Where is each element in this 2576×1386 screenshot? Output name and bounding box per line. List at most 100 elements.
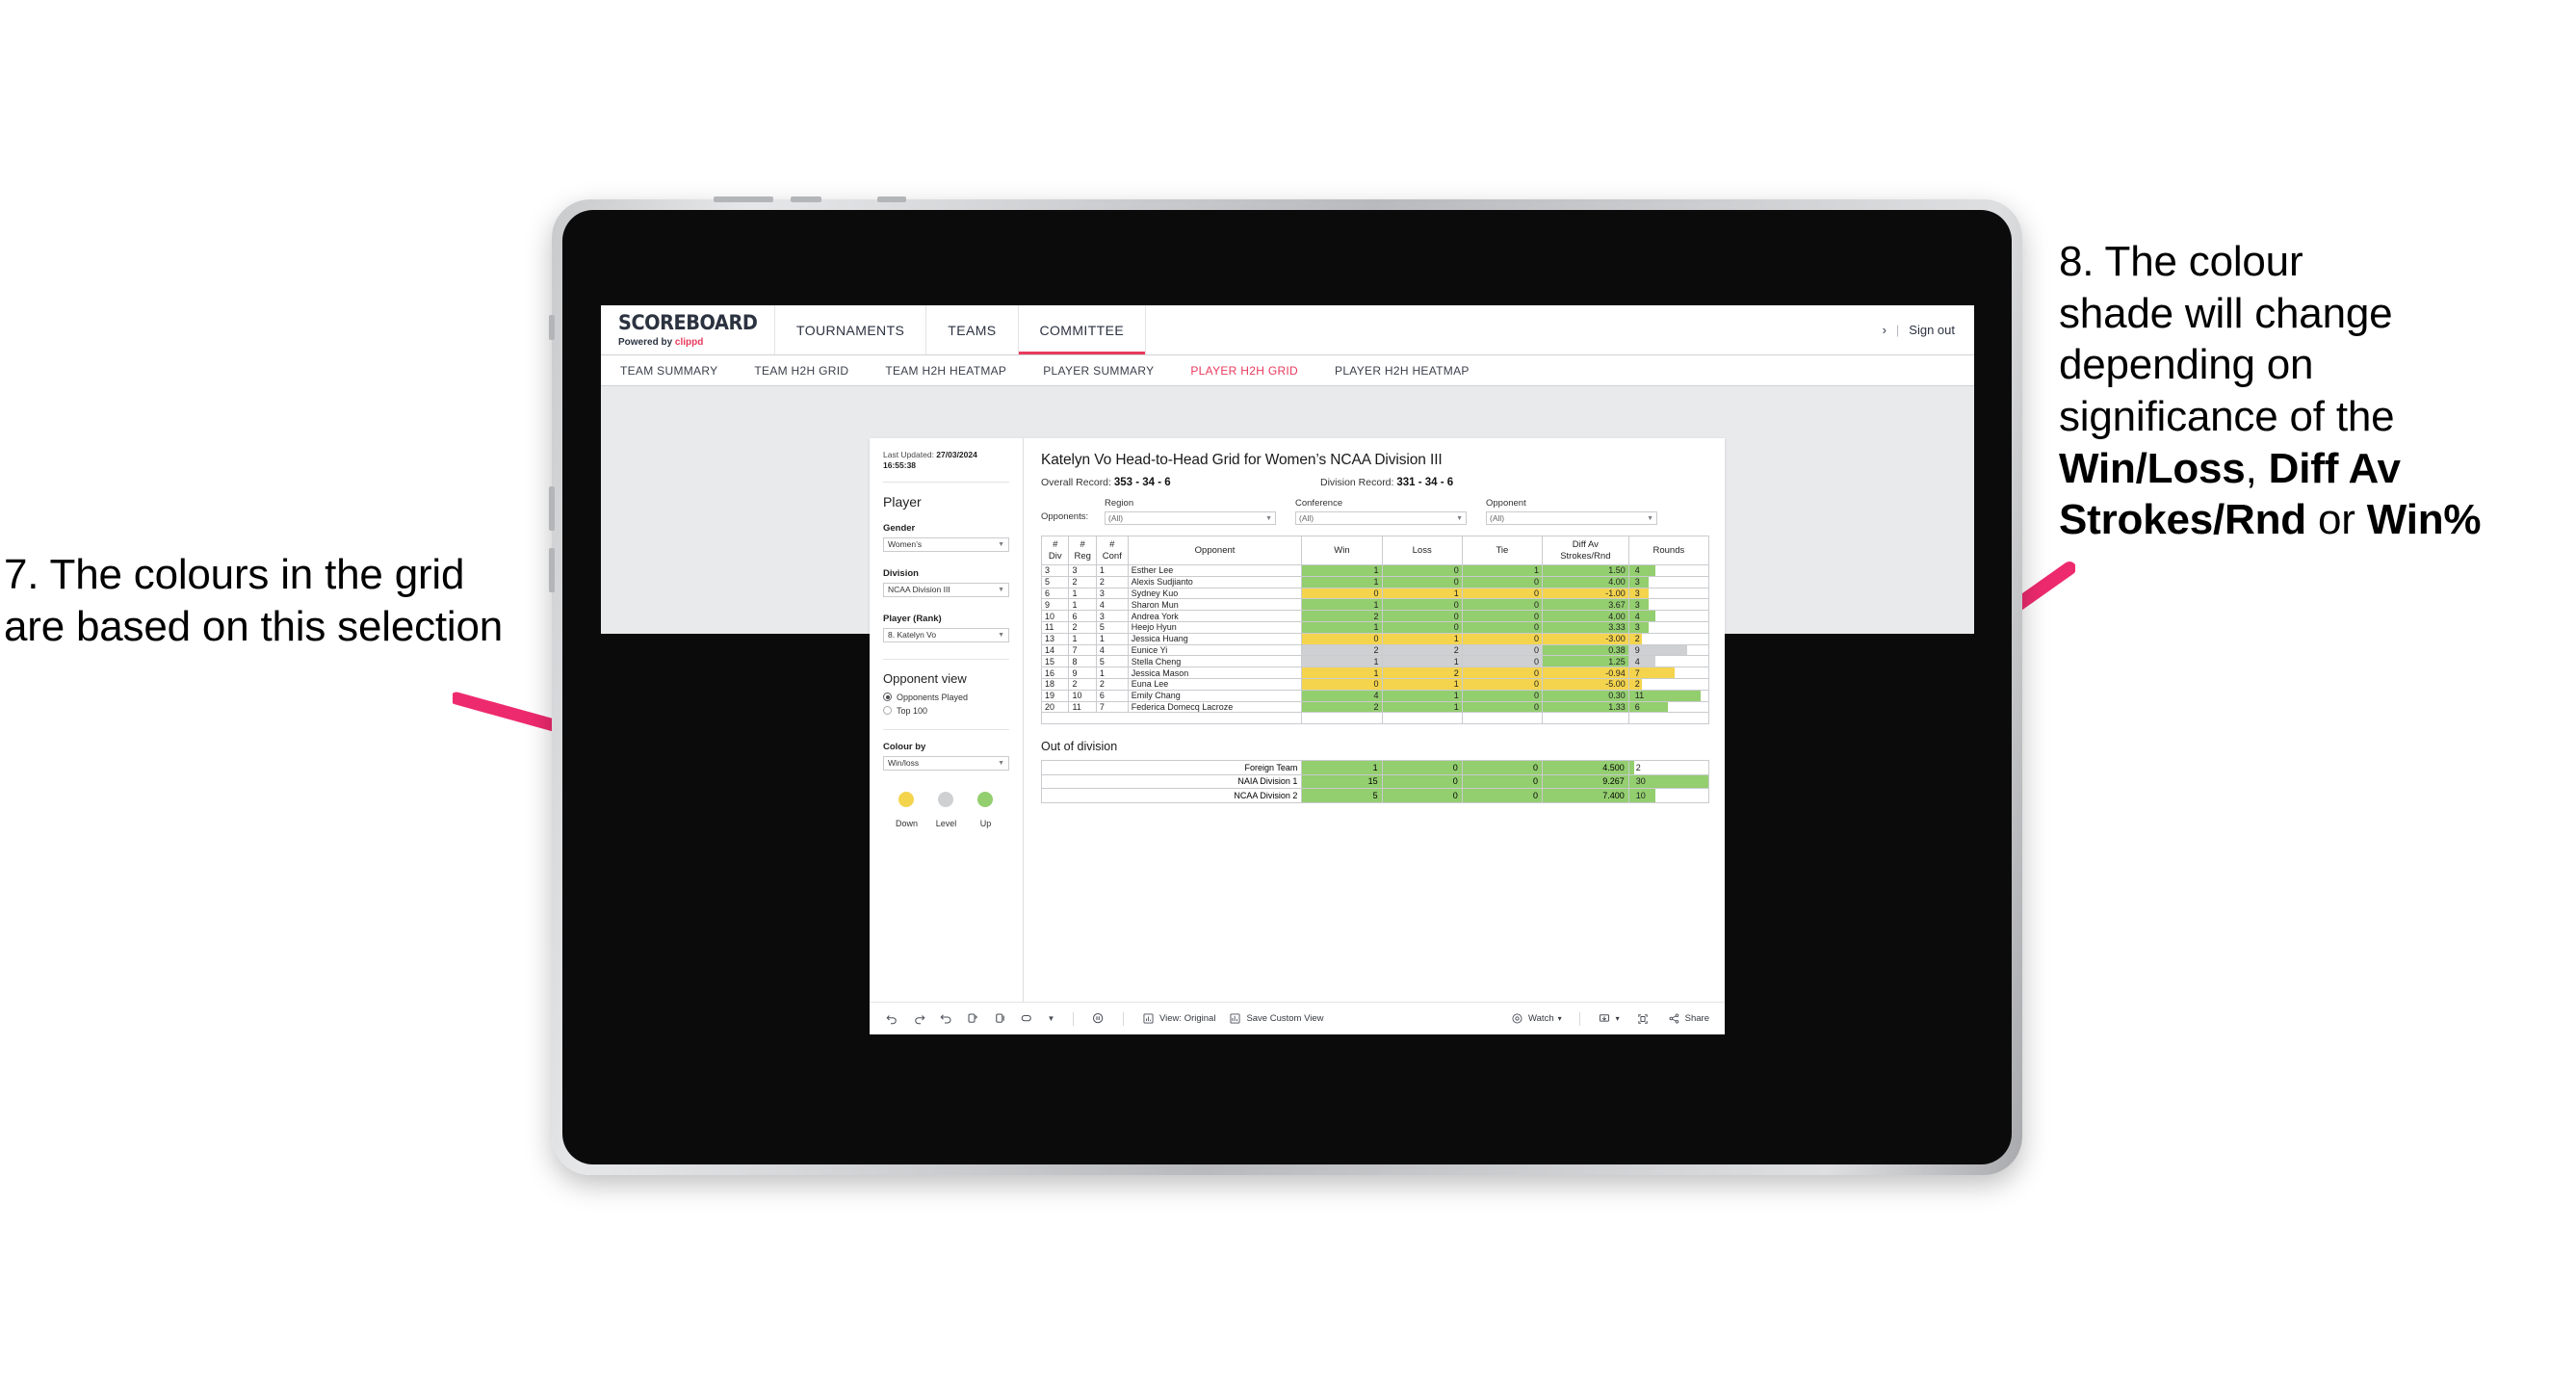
subnav-item-player-h2h-heatmap[interactable]: PLAYER H2H HEATMAP xyxy=(1335,364,1470,378)
cell-blank xyxy=(1541,712,1629,725)
view-original-button[interactable]: View: Original xyxy=(1141,1011,1215,1026)
filter-sidebar: Last Updated: 27/03/2024 16:55:38 Player… xyxy=(870,438,1024,1002)
undo-icon[interactable] xyxy=(885,1011,899,1026)
radio-opponents-played[interactable]: Opponents Played xyxy=(883,693,1009,702)
cell-diff-av-strokes: 1.25 xyxy=(1541,655,1629,668)
topnav-label-committee: COMMITTEE xyxy=(1039,322,1125,338)
redo-icon[interactable] xyxy=(912,1011,926,1026)
gender-select[interactable]: Women’s ▼ xyxy=(883,536,1009,552)
cell-opponent: Jessica Mason xyxy=(1127,667,1303,679)
filter-region-select[interactable]: (All) ▼ xyxy=(1105,511,1276,525)
grid-col-header-line: Reg xyxy=(1074,550,1091,562)
grid-col-header-line: Opponent xyxy=(1194,544,1236,556)
download-button[interactable]: ▾ xyxy=(1598,1011,1620,1026)
watch-icon xyxy=(1510,1011,1524,1026)
subnav-item-player-summary[interactable]: PLAYER SUMMARY xyxy=(1043,364,1154,378)
revert-icon[interactable] xyxy=(939,1011,953,1026)
subnav-item-team-summary[interactable]: TEAM SUMMARY xyxy=(620,364,717,378)
pause-icon[interactable] xyxy=(993,1011,1007,1026)
table-row[interactable]: 15 8 5 Stella Cheng 1 1 0 1.25 4 xyxy=(1040,655,1710,668)
table-row[interactable]: 3 3 1 Esther Lee 1 0 1 1.50 4 xyxy=(1040,564,1710,577)
table-row[interactable]: NAIA Division 1 15 0 0 9.267 30 xyxy=(1040,773,1710,790)
division-record: Division Record: 331 - 34 - 6 xyxy=(1320,477,1453,488)
grid-col-header-div[interactable]: # Div xyxy=(1040,536,1070,565)
grid-col-header-tie[interactable]: Tie xyxy=(1461,536,1543,565)
table-row[interactable]: 5 2 2 Alexis Sudjianto 1 0 0 4.00 3 xyxy=(1040,575,1710,588)
colour-by-select[interactable]: Win/loss ▼ xyxy=(883,755,1009,771)
annotation-8-bold-winpct: Win% xyxy=(2366,496,2482,544)
pause-auto-updates-icon[interactable] xyxy=(1091,1011,1106,1026)
cell-conf: 3 xyxy=(1095,610,1129,622)
cell-diff-av-strokes: -1.00 xyxy=(1541,587,1629,600)
filter-conference-select[interactable]: (All) ▼ xyxy=(1295,511,1467,525)
highlight-icon[interactable] xyxy=(1020,1011,1034,1026)
overall-record: Overall Record: 353 - 34 - 6 xyxy=(1041,477,1320,488)
fullscreen-icon[interactable] xyxy=(1636,1011,1651,1026)
annotation-8-line-4: significance of the Win/Loss, Diff Av St… xyxy=(2059,391,2569,546)
cell-win: 5 xyxy=(1301,788,1383,803)
topnav-label-teams: TEAMS xyxy=(948,322,997,338)
annotation-8: 8. The colour shade will change dependin… xyxy=(2059,236,2569,546)
filter-opponent-select[interactable]: (All) ▼ xyxy=(1486,511,1657,525)
dashboard-card: Last Updated: 27/03/2024 16:55:38 Player… xyxy=(870,438,1725,1034)
legend-item-down: Down xyxy=(887,791,926,828)
cell-rounds: 4 xyxy=(1627,564,1710,577)
grid-col-header-conf[interactable]: # Conf xyxy=(1095,536,1129,565)
radio-top-100[interactable]: Top 100 xyxy=(883,706,1009,716)
cell-div: 13 xyxy=(1040,632,1070,645)
player-rank-select[interactable]: 8. Katelyn Vo ▼ xyxy=(883,627,1009,642)
sub-navigation-bar: TEAM SUMMARY TEAM H2H GRID TEAM H2H HEAT… xyxy=(601,354,1974,386)
table-row[interactable]: 9 1 4 Sharon Mun 1 0 0 3.67 3 xyxy=(1040,598,1710,612)
brand-logo[interactable]: SCOREBOARD Powered by clippd xyxy=(601,305,774,354)
table-row[interactable]: 6 1 3 Sydney Kuo 0 1 0 -1.00 3 xyxy=(1040,587,1710,600)
cell-loss: 2 xyxy=(1381,643,1463,657)
annotation-8-line-2: shade will change xyxy=(2059,289,2393,337)
chevron-right-icon[interactable]: › xyxy=(1883,323,1886,337)
subnav-item-team-h2h-heatmap[interactable]: TEAM H2H HEATMAP xyxy=(885,364,1006,378)
table-row[interactable]: 11 2 5 Heejo Hyun 1 0 0 3.33 3 xyxy=(1040,620,1710,634)
cell-diff-av-strokes: 4.00 xyxy=(1541,575,1629,588)
cell-tie: 0 xyxy=(1461,610,1543,622)
share-button[interactable]: Share xyxy=(1667,1011,1709,1026)
grid-col-header-opponent[interactable]: Opponent xyxy=(1127,536,1303,565)
cell-rounds: 30 xyxy=(1627,773,1710,790)
cell-win: 0 xyxy=(1301,677,1383,691)
table-row[interactable]: 16 9 1 Jessica Mason 1 2 0 -0.94 7 xyxy=(1040,667,1710,679)
filter-conference: Conference (All) ▼ xyxy=(1295,498,1467,525)
watch-button[interactable]: Watch ▾ xyxy=(1510,1011,1562,1026)
sign-out-button[interactable]: Sign out xyxy=(1909,323,1955,337)
cell-rounds: 6 xyxy=(1627,700,1710,714)
subnav-item-team-h2h-grid[interactable]: TEAM H2H GRID xyxy=(754,364,848,378)
table-row[interactable]: 19 10 6 Emily Chang 4 1 0 0.30 11 xyxy=(1040,689,1710,702)
table-row[interactable]: 13 1 1 Jessica Huang 0 1 0 -3.00 2 xyxy=(1040,632,1710,645)
table-row[interactable]: 18 2 2 Euna Lee 0 1 0 -5.00 2 xyxy=(1040,677,1710,691)
brand-subtitle: Powered by clippd xyxy=(618,337,774,348)
topnav-item-tournaments[interactable]: TOURNAMENTS xyxy=(774,305,925,354)
table-row[interactable]: 20 11 7 Federica Domecq Lacroze 2 1 0 1.33 6 xyxy=(1040,700,1710,714)
grid-col-header-loss[interactable]: Loss xyxy=(1381,536,1463,565)
topnav-item-committee[interactable]: COMMITTEE xyxy=(1017,305,1146,354)
table-row[interactable]: 10 6 3 Andrea York 2 0 0 4.00 4 xyxy=(1040,610,1710,622)
cell-opponent: Sharon Mun xyxy=(1127,598,1303,612)
highlight-caret-icon[interactable]: ▼ xyxy=(1047,1011,1055,1026)
table-row[interactable]: NCAA Division 2 5 0 0 7.400 10 xyxy=(1040,788,1710,803)
division-select[interactable]: NCAA Division III ▼ xyxy=(883,582,1009,597)
share-label: Share xyxy=(1684,1013,1709,1024)
grid-col-header-rounds[interactable]: Rounds xyxy=(1627,536,1710,565)
rounds-value: 2 xyxy=(1634,679,1640,690)
table-row[interactable]: 14 7 4 Eunice Yi 2 2 0 0.38 9 xyxy=(1040,643,1710,657)
subnav-item-player-h2h-grid[interactable]: PLAYER H2H GRID xyxy=(1190,364,1298,378)
save-custom-view-button[interactable]: Save Custom View xyxy=(1228,1011,1324,1026)
grid-col-header-win[interactable]: Win xyxy=(1301,536,1383,565)
grid-col-header-line: # xyxy=(1053,538,1058,550)
refresh-icon[interactable] xyxy=(966,1011,980,1026)
cell-conf: 5 xyxy=(1095,655,1129,668)
grid-col-header-diff-av-strokes-rnd[interactable]: Diff Av Strokes/Rnd xyxy=(1541,536,1629,565)
cell-rounds: 11 xyxy=(1627,689,1710,702)
topnav-item-teams[interactable]: TEAMS xyxy=(925,305,1017,354)
grid-body: 3 3 1 Esther Lee 1 0 1 1.50 4 5 2 2 Alexis Sudjianto… xyxy=(1040,564,1710,725)
cell-conf: 5 xyxy=(1095,620,1129,634)
sidebar-divider-1 xyxy=(883,481,1009,483)
table-row[interactable]: Foreign Team 1 0 0 4.500 2 xyxy=(1040,760,1710,775)
grid-col-header-reg[interactable]: # Reg xyxy=(1068,536,1097,565)
